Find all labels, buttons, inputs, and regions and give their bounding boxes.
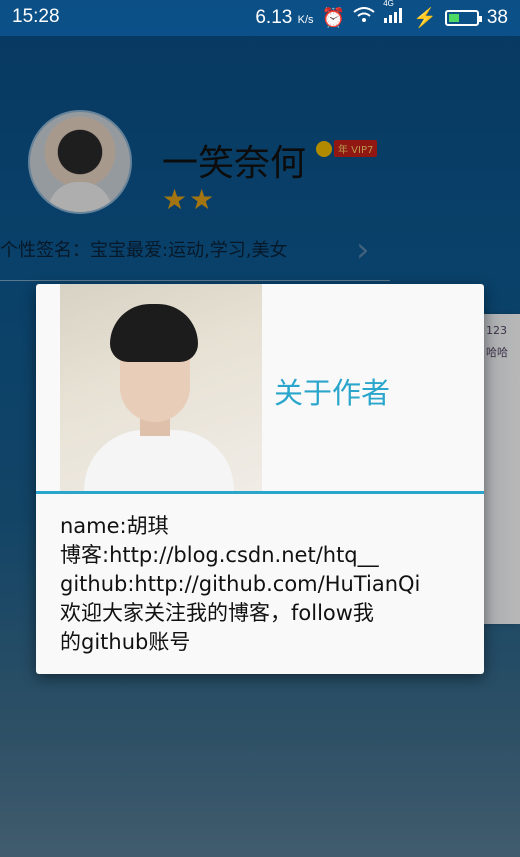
author-photo — [60, 284, 262, 492]
charging-icon: ⚡ — [413, 8, 437, 29]
dialog-content: name:胡琪 博客:http://blog.csdn.net/htq__ gi… — [60, 512, 470, 657]
status-time: 15:28 — [12, 6, 60, 27]
author-name: name:胡琪 — [60, 514, 169, 538]
github-link[interactable]: github:http://github.com/HuTianQi — [60, 570, 470, 599]
network-speed: 6.13 K/s — [255, 7, 314, 28]
message-line: 欢迎大家关注我的博客，follow我 — [60, 601, 374, 625]
alarm-icon: ⏰ — [321, 8, 346, 29]
dialog-divider — [36, 491, 484, 494]
status-bar: 15:28 6.13 K/s ⏰ 4G ⚡ 38 — [0, 0, 520, 36]
signal-icon: 4G — [383, 0, 405, 29]
about-author-dialog: 关于作者 name:胡琪 博客:http://blog.csdn.net/htq… — [36, 284, 484, 674]
status-icons: 6.13 K/s ⏰ 4G ⚡ 38 — [255, 0, 508, 30]
wifi-icon — [353, 7, 375, 29]
battery-icon — [444, 10, 482, 26]
battery-percent: 38 — [486, 7, 508, 28]
dialog-title: 关于作者 — [274, 376, 391, 410]
blog-link[interactable]: 博客:http://blog.csdn.net/htq__ — [60, 541, 470, 570]
message-line: 的github账号 — [60, 630, 191, 654]
